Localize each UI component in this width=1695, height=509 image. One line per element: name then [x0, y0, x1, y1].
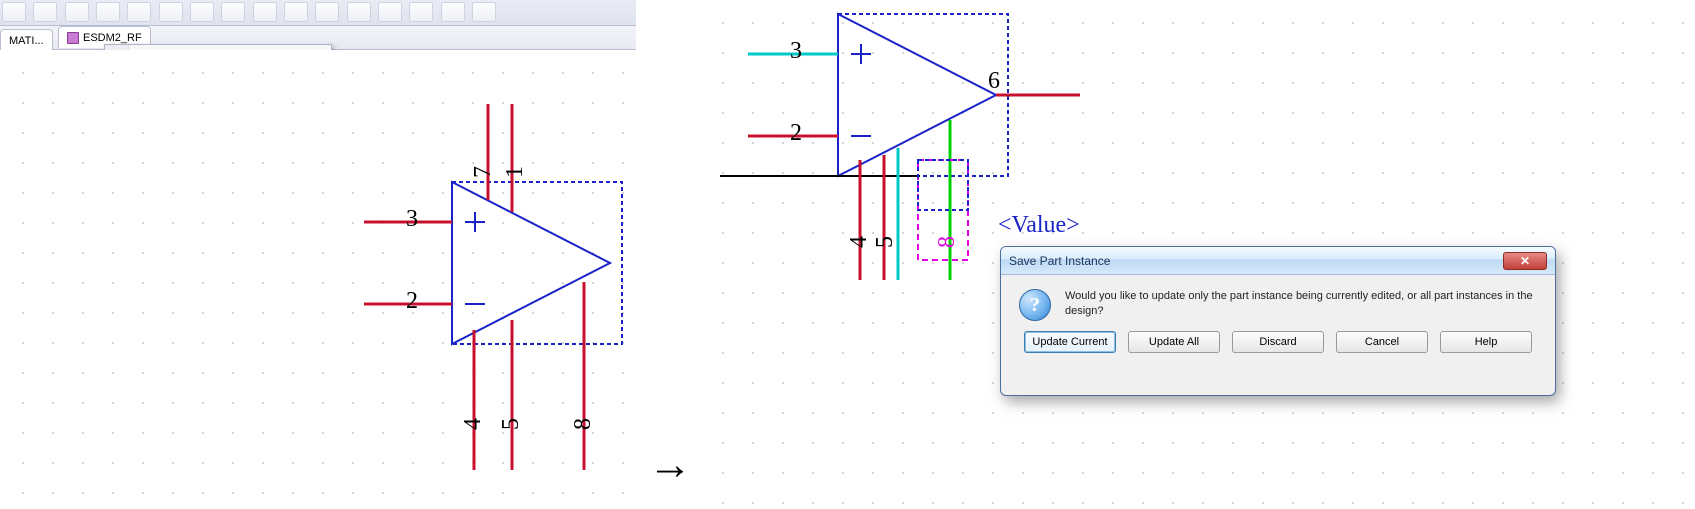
- toolbar-button[interactable]: [33, 2, 57, 22]
- pin-label: 2: [406, 288, 418, 315]
- pin-label: 5: [872, 236, 899, 248]
- pin-label: 3: [406, 206, 418, 233]
- pin-label: 8: [570, 418, 597, 430]
- toolbar-button[interactable]: [159, 2, 183, 22]
- document-tab[interactable]: MATI...: [0, 29, 53, 51]
- toolbar-button[interactable]: [347, 2, 371, 22]
- pin-label: 6: [988, 68, 1000, 95]
- pin-label: 4: [846, 236, 873, 248]
- update-all-button[interactable]: Update All: [1128, 331, 1220, 353]
- toolbar-button[interactable]: [284, 2, 308, 22]
- dialog-titlebar[interactable]: Save Part Instance ✕: [1001, 247, 1555, 275]
- toolbar-button[interactable]: [65, 2, 89, 22]
- arrow-right-icon: →: [648, 440, 692, 490]
- pin-label: 2: [790, 120, 802, 147]
- toolbar-button[interactable]: [96, 2, 120, 22]
- toolbar-button[interactable]: [378, 2, 402, 22]
- save-part-instance-dialog: Save Part Instance ✕ ? Would you like to…: [1000, 246, 1556, 396]
- tab-label: MATI...: [9, 35, 44, 47]
- toolbar-button[interactable]: [221, 2, 245, 22]
- pin-label: 4: [460, 418, 487, 430]
- toolbar-button[interactable]: [441, 2, 465, 22]
- pin-label: 8: [934, 236, 961, 248]
- question-icon: ?: [1019, 289, 1051, 321]
- help-button[interactable]: Help: [1440, 331, 1532, 353]
- pin-label: 5: [498, 418, 525, 430]
- toolbar-button[interactable]: [127, 2, 151, 22]
- close-button[interactable]: ✕: [1503, 252, 1547, 270]
- toolbar-button[interactable]: [2, 2, 26, 22]
- pin-label: 3: [790, 38, 802, 65]
- toolbar: [0, 0, 636, 26]
- cancel-button[interactable]: Cancel: [1336, 331, 1428, 353]
- schematic-canvas-before[interactable]: 3 2 7 1 4 5 8: [0, 50, 636, 509]
- toolbar-button[interactable]: [253, 2, 277, 22]
- schematic-file-icon: [67, 32, 79, 44]
- close-icon: ✕: [1520, 254, 1530, 268]
- dialog-message: Would you like to update only the part i…: [1065, 289, 1537, 321]
- part-value-label: <Value>: [998, 212, 1080, 239]
- toolbar-button[interactable]: [472, 2, 496, 22]
- discard-button[interactable]: Discard: [1232, 331, 1324, 353]
- tab-label: ESDM2_RF: [83, 32, 142, 44]
- toolbar-button[interactable]: [315, 2, 339, 22]
- toolbar-button[interactable]: [190, 2, 214, 22]
- pin-label: 7: [470, 166, 497, 178]
- dialog-title: Save Part Instance: [1009, 254, 1110, 268]
- toolbar-button[interactable]: [409, 2, 433, 22]
- update-current-button[interactable]: Update Current: [1024, 331, 1116, 353]
- pin-label: 1: [502, 166, 529, 178]
